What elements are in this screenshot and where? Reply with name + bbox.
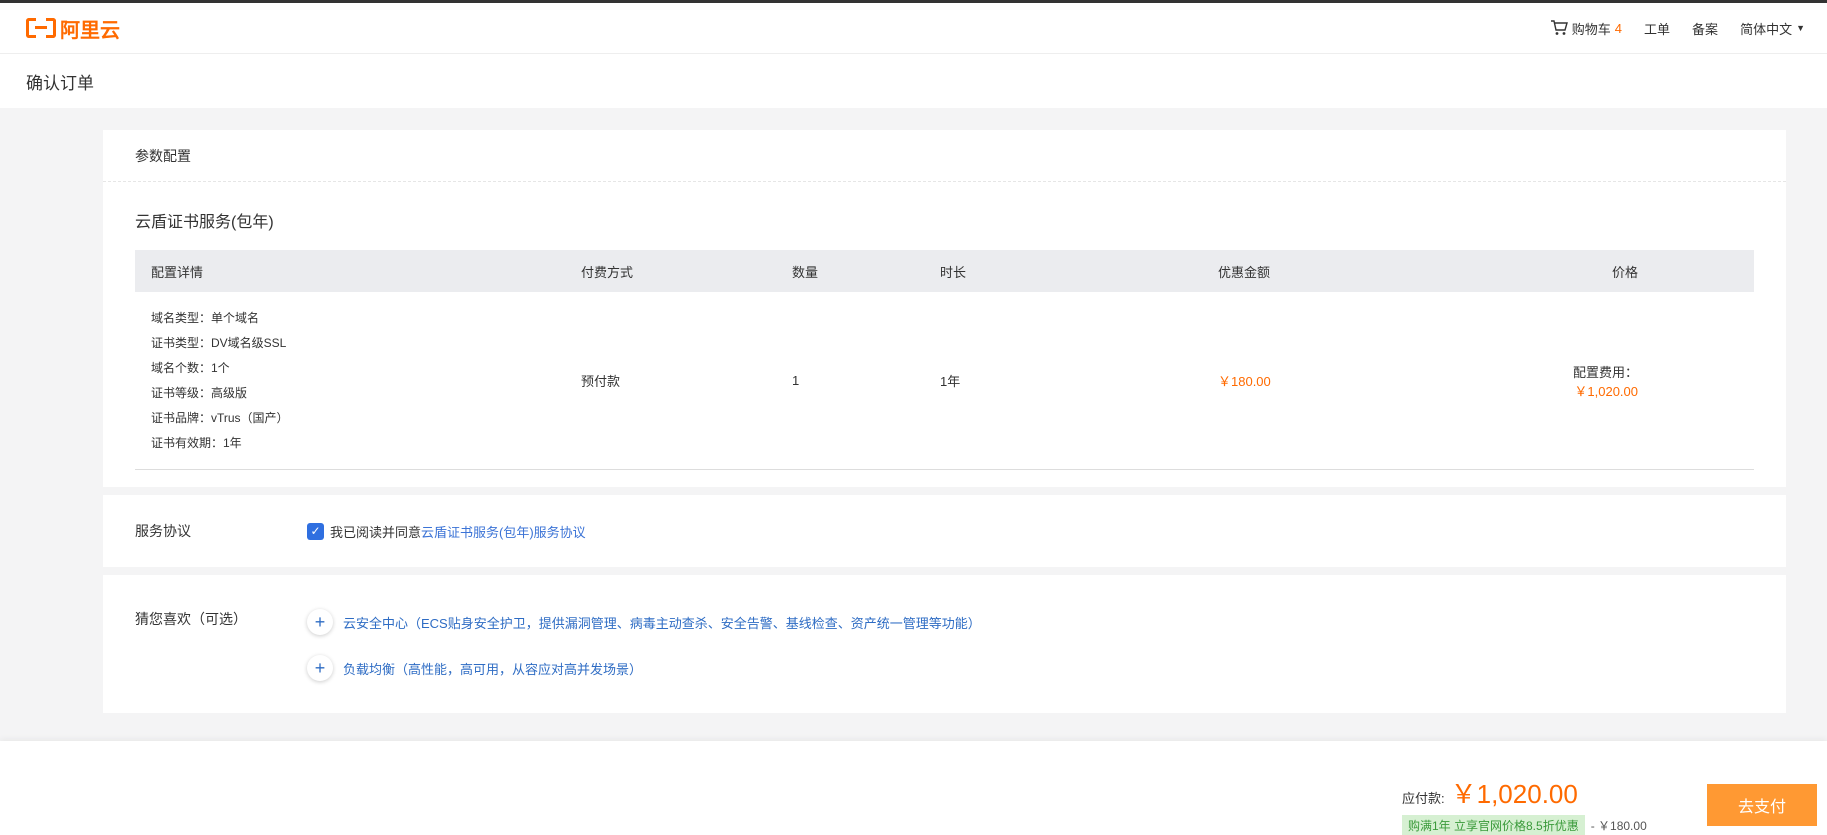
ticket-link[interactable]: 工单	[1644, 19, 1670, 38]
detail-cert-type: 证书类型：DV域名级SSL	[151, 335, 287, 350]
agreement-row: ✓ 我已阅读并同意 云盾证书服务(包年)服务协议	[307, 522, 586, 541]
config-detail-list: 域名类型：单个域名 证书类型：DV域名级SSL 域名个数：1个 证书等级：高级版…	[151, 306, 581, 456]
detail-domain-count: 域名个数：1个	[151, 360, 230, 375]
pay-label: 应付款:	[1402, 791, 1445, 806]
promo-discount: - ￥180.00	[1590, 819, 1647, 833]
aliyun-logo[interactable]: 阿里云	[26, 14, 120, 43]
recommend-card: 猜您喜欢（可选） + 云安全中心（ECS贴身安全护卫，提供漏洞管理、病毒主动查杀…	[103, 575, 1786, 713]
config-detail-cell: 域名类型：单个域名 证书类型：DV域名级SSL 域名个数：1个 证书等级：高级版…	[135, 306, 581, 456]
agreement-section-title: 服务协议	[135, 523, 191, 539]
ticket-label: 工单	[1644, 21, 1671, 37]
table-header: 配置详情 付费方式 数量 时长 优惠金额 价格	[135, 250, 1754, 292]
price-label: 配置费用：	[1572, 364, 1638, 380]
recommend-item-label: 云安全中心（ECS贴身安全护卫，提供漏洞管理、病毒主动查杀、安全告警、基线检查、…	[343, 615, 981, 631]
promo-badge: 购满1年 立享官网价格8.5折优惠	[1402, 815, 1585, 835]
logo-mark-icon	[26, 18, 56, 38]
payment-method-cell: 预付款	[581, 374, 621, 389]
price-value: ￥1,020.00	[1574, 383, 1638, 399]
page-title: 确认订单	[26, 73, 94, 93]
detail-cert-brand: 证书品牌：vTrus（国产）	[151, 410, 289, 425]
detail-cert-level: 证书等级：高级版	[151, 385, 248, 400]
page-title-bar: 确认订单	[0, 54, 1827, 108]
cart-label: 购物车	[1571, 21, 1611, 37]
language-selector[interactable]: 简体中文 ▼	[1740, 19, 1805, 38]
column-header-price: 价格	[1611, 264, 1638, 280]
agreement-card: 服务协议 ✓ 我已阅读并同意 云盾证书服务(包年)服务协议	[103, 495, 1786, 567]
detail-domain-type: 域名类型：单个域名	[151, 310, 260, 325]
plus-icon[interactable]: +	[307, 609, 333, 635]
column-header-duration: 时长	[940, 264, 967, 280]
filing-label: 备案	[1692, 21, 1719, 37]
config-card: 参数配置 云盾证书服务(包年) 配置详情 付费方式 数量 时长 优惠金额 价格 …	[103, 130, 1786, 487]
column-header-quantity: 数量	[792, 264, 819, 280]
agreement-checkbox[interactable]: ✓	[307, 522, 324, 540]
price-cell: 配置费用： ￥1,020.00	[1523, 362, 1754, 400]
duration-cell: 1年	[940, 374, 961, 389]
top-navbar: 阿里云 购物车 4 工单 备案 简体中文 ▼	[0, 3, 1827, 54]
pay-button[interactable]: 去支付	[1707, 784, 1817, 826]
recommend-item-load-balancer[interactable]: + 负载均衡（高性能，高可用，从容应对高并发场景）	[307, 655, 981, 681]
discount-cell: ￥180.00	[1218, 374, 1271, 389]
plus-icon[interactable]: +	[307, 655, 333, 681]
quantity-cell: 1	[792, 373, 800, 388]
agreement-text: 我已阅读并同意	[330, 524, 422, 540]
column-header-payment: 付费方式	[581, 264, 634, 280]
table-row: 域名类型：单个域名 证书类型：DV域名级SSL 域名个数：1个 证书等级：高级版…	[135, 292, 1754, 470]
payment-summary: 应付款: ￥1,020.00 购满1年 立享官网价格8.5折优惠 - ￥180.…	[1402, 774, 1647, 835]
caret-down-icon: ▼	[1796, 23, 1805, 33]
agreement-link[interactable]: 云盾证书服务(包年)服务协议	[421, 522, 586, 541]
recommend-list: + 云安全中心（ECS贴身安全护卫，提供漏洞管理、病毒主动查杀、安全告警、基线检…	[307, 609, 981, 681]
shopping-cart-icon	[1550, 20, 1568, 35]
logo-text: 阿里云	[60, 19, 120, 42]
recommend-section-title: 猜您喜欢（可选）	[135, 611, 247, 627]
header-nav: 购物车 4 工单 备案 简体中文 ▼	[1550, 19, 1805, 38]
recommend-item-label: 负载均衡（高性能，高可用，从容应对高并发场景）	[343, 661, 643, 677]
language-label: 简体中文	[1740, 21, 1793, 37]
config-section-title: 参数配置	[103, 130, 1786, 182]
cart-link[interactable]: 购物车 4	[1550, 19, 1622, 38]
config-table: 配置详情 付费方式 数量 时长 优惠金额 价格 域名类型：单个域名 证书类型：D…	[135, 250, 1754, 470]
cart-count-badge: 4	[1614, 20, 1623, 36]
pay-amount: ￥1,020.00	[1450, 779, 1578, 809]
column-header-detail: 配置详情	[151, 264, 204, 280]
checkout-footer: 应付款: ￥1,020.00 购满1年 立享官网价格8.5折优惠 - ￥180.…	[0, 741, 1827, 835]
product-name: 云盾证书服务(包年)	[135, 214, 274, 231]
recommend-item-security-center[interactable]: + 云安全中心（ECS贴身安全护卫，提供漏洞管理、病毒主动查杀、安全告警、基线检…	[307, 609, 981, 635]
filing-link[interactable]: 备案	[1692, 19, 1718, 38]
column-header-discount: 优惠金额	[1218, 264, 1271, 280]
detail-cert-validity: 证书有效期：1年	[151, 435, 242, 450]
